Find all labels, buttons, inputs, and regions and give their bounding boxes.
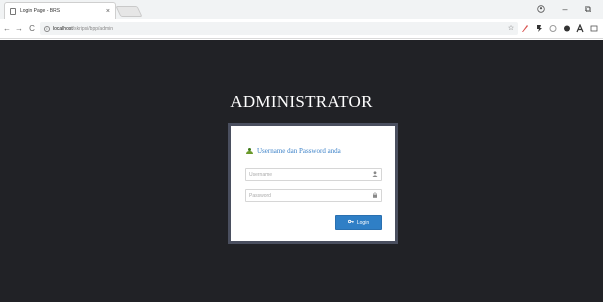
url-host: localhost [53, 25, 73, 32]
panel-heading-text: Username dan Password anda [257, 147, 341, 155]
reload-icon[interactable]: C [27, 22, 37, 35]
new-tab-button[interactable] [115, 6, 143, 17]
panel-heading: Username dan Password anda [246, 147, 341, 155]
minimize-icon[interactable]: – [555, 2, 575, 16]
tab-close-icon[interactable]: × [106, 8, 110, 15]
url-path: /skripsi/bpp/admin [72, 25, 114, 32]
bolt-extension-icon[interactable] [535, 24, 543, 33]
tab-title: Login Page - BRS [20, 8, 61, 14]
back-icon[interactable]: ← [2, 22, 12, 35]
username-input[interactable] [249, 171, 372, 178]
key-icon [347, 219, 354, 226]
login-label: Login [356, 219, 370, 226]
page-body: ADMINISTRATOR Username dan Password anda [0, 40, 603, 302]
dot-extension-icon[interactable] [563, 24, 571, 33]
bookmark-star-icon[interactable]: ☆ [507, 24, 515, 33]
forward-icon[interactable]: → [14, 22, 24, 35]
lock-icon [372, 191, 378, 200]
username-field[interactable] [245, 168, 382, 181]
browser-tab[interactable]: Login Page - BRS × [4, 2, 116, 19]
password-input[interactable] [249, 192, 372, 199]
info-icon[interactable]: i [44, 25, 50, 32]
address-bar[interactable]: i localhost /skripsi/bpp/admin [40, 22, 518, 35]
font-extension-icon[interactable] [576, 23, 584, 33]
cast-icon[interactable] [590, 24, 598, 33]
grid-extension-icon[interactable] [549, 24, 557, 33]
pen-extension-icon[interactable] [521, 24, 529, 33]
browser-tabstrip: Login Page - BRS × – ⧉ [0, 0, 603, 19]
restore-icon[interactable]: ⧉ [578, 2, 598, 16]
account-icon[interactable] [531, 2, 551, 16]
browser-toolbar: ← → C i localhost /skripsi/bpp/admin ☆ [0, 19, 603, 39]
login-button[interactable]: Login [335, 215, 382, 230]
page-title: ADMINISTRATOR [230, 92, 373, 111]
password-field[interactable] [245, 189, 382, 202]
page-icon [10, 7, 16, 15]
user-field-icon [372, 170, 378, 179]
user-icon [246, 148, 253, 154]
login-panel: Username dan Password anda Login [228, 123, 398, 244]
